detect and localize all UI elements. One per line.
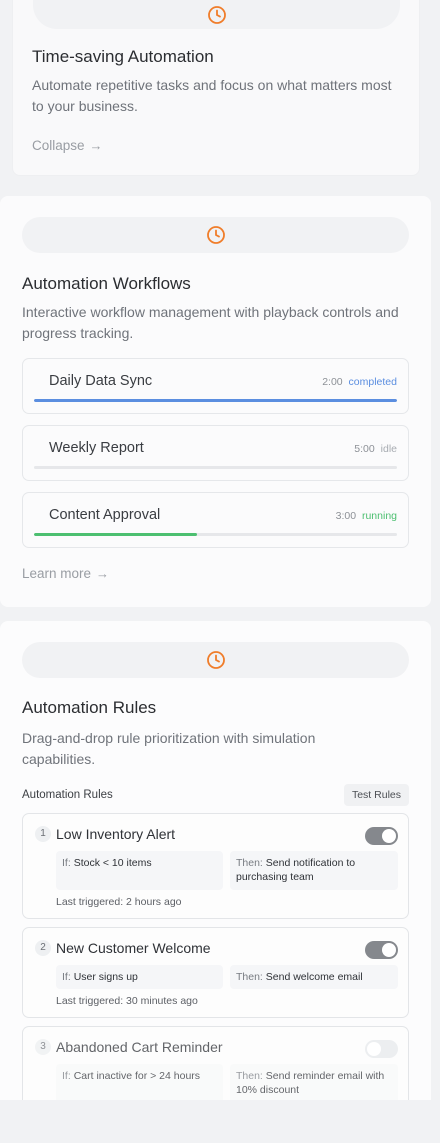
workflow-status: running (361, 510, 397, 522)
clock-icon (206, 650, 226, 670)
rule-action: Then: Send reminder email with 10% disco… (230, 1064, 398, 1103)
rule-name: Low Inventory Alert (56, 826, 176, 842)
clock-icon (207, 5, 227, 25)
workflow-name: Weekly Report (49, 440, 144, 456)
workflow-duration: 3:00 (335, 510, 357, 522)
card-title: Automation Workflows (22, 274, 191, 293)
rule-last-triggered: Last triggered: 30 minutes ago (56, 995, 198, 1007)
icon-pill (22, 217, 409, 253)
rule-action: Then: Send welcome email (230, 965, 398, 989)
workflow-progress-track (34, 533, 397, 536)
workflow-duration: 5:00 (354, 443, 375, 455)
arrow-right-icon: → (96, 566, 110, 581)
toggle-knob (382, 943, 396, 957)
collapse-link[interactable]: Collapse → (32, 138, 103, 153)
rule-enabled-toggle[interactable] (365, 827, 398, 845)
workflow-meta: 5:00 idle (354, 443, 397, 455)
workflow-item-daily-data-sync[interactable]: Daily Data Sync 2:00 completed (22, 358, 409, 414)
action-prefix: Then: (236, 971, 263, 983)
workflow-meta: 3:00 running (336, 510, 397, 522)
learn-more-link-label: Learn more (22, 566, 92, 581)
condition-text: User signs up (73, 971, 138, 983)
rule-enabled-toggle[interactable] (365, 1040, 398, 1058)
page-footer-area (0, 1100, 440, 1143)
workflow-meta: 2:00 completed (322, 376, 397, 388)
workflow-status: completed (348, 376, 397, 388)
card-title: Time-saving Automation (32, 47, 214, 66)
workflow-item-content-approval[interactable]: Content Approval 3:00 running (22, 492, 409, 548)
action-prefix: Then: (236, 857, 263, 869)
learn-more-link[interactable]: Learn more → (22, 566, 109, 581)
workflow-progress-fill (34, 399, 397, 402)
rule-name: Abandoned Cart Reminder (56, 1039, 223, 1055)
toggle-knob (367, 1042, 381, 1056)
rule-action: Then: Send notification to purchasing te… (230, 851, 398, 890)
arrow-right-icon: → (89, 138, 103, 153)
workflow-item-weekly-report[interactable]: Weekly Report 5:00 idle (22, 425, 409, 481)
condition-prefix: If: (62, 857, 71, 869)
condition-prefix: If: (62, 971, 71, 983)
condition-text: Cart inactive for > 24 hours (73, 1070, 201, 1082)
condition-text: Stock < 10 items (73, 857, 152, 869)
rule-card[interactable]: 1 Low Inventory Alert If: Stock < 10 ite… (22, 813, 409, 919)
rule-card[interactable]: 2 New Customer Welcome If: User signs up… (22, 927, 409, 1018)
action-prefix: Then: (236, 1070, 263, 1082)
icon-pill (33, 0, 400, 29)
workflow-progress-track (34, 466, 397, 469)
rule-last-triggered: Last triggered: 2 hours ago (56, 896, 182, 908)
feature-card-time-saving: Time-saving Automation Automate repetiti… (12, 0, 420, 176)
workflow-progress-track (34, 399, 397, 402)
toggle-knob (382, 829, 396, 843)
rule-name: New Customer Welcome (56, 940, 211, 956)
workflow-name: Daily Data Sync (49, 373, 153, 389)
rule-priority-number: 1 (35, 826, 51, 842)
rules-panel-label: Automation Rules (22, 789, 113, 801)
action-text: Send welcome email (265, 971, 363, 983)
rule-priority-number: 2 (35, 940, 51, 956)
rule-enabled-toggle[interactable] (365, 941, 398, 959)
card-title: Automation Rules (22, 698, 157, 717)
rules-panel-header: Automation Rules Test Rules (22, 784, 409, 808)
card-description: Interactive workflow management with pla… (22, 304, 399, 341)
workflow-progress-fill (34, 533, 198, 536)
card-description: Automate repetitive tasks and focus on w… (32, 77, 392, 114)
card-description: Drag-and-drop rule prioritization with s… (22, 730, 316, 767)
rule-condition: If: Stock < 10 items (56, 851, 223, 890)
collapse-link-label: Collapse (32, 138, 85, 153)
workflow-status: idle (380, 443, 397, 455)
condition-prefix: If: (62, 1070, 71, 1082)
rule-condition: If: User signs up (56, 965, 223, 989)
rule-priority-number: 3 (35, 1039, 51, 1055)
workflow-name: Content Approval (49, 507, 161, 523)
icon-pill (22, 642, 409, 678)
rule-condition: If: Cart inactive for > 24 hours (56, 1064, 223, 1103)
clock-icon (206, 225, 226, 245)
test-rules-button[interactable]: Test Rules (343, 784, 409, 806)
workflow-duration: 2:00 (322, 376, 343, 388)
